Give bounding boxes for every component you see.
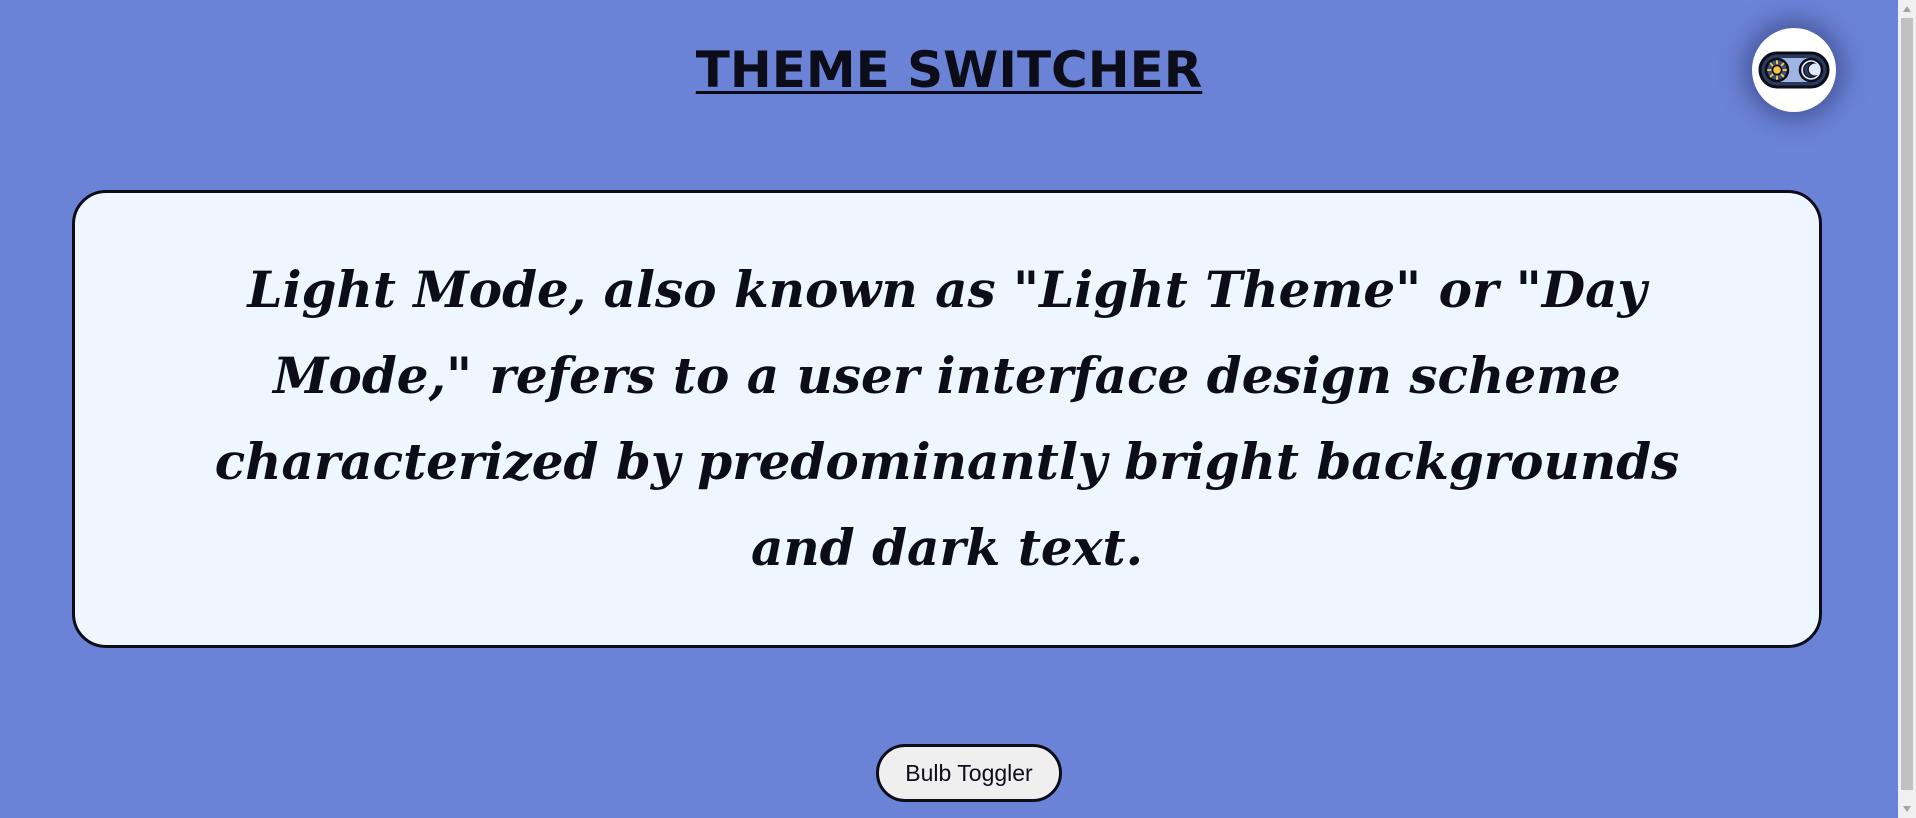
theme-toggle-button[interactable] <box>1752 28 1836 112</box>
scroll-down-arrow-icon[interactable] <box>1898 800 1916 818</box>
vertical-scrollbar[interactable] <box>1898 0 1916 818</box>
sun-moon-toggle-icon <box>1758 51 1830 89</box>
description-text: Light Mode, also known as "Light Theme" … <box>214 260 1680 577</box>
scroll-up-arrow-icon[interactable] <box>1898 0 1916 18</box>
description-card: Light Mode, also known as "Light Theme" … <box>72 190 1822 648</box>
bulb-toggler-button[interactable]: Bulb Toggler <box>876 744 1062 802</box>
page-title: THEME SWITCHER <box>695 41 1203 99</box>
scrollbar-thumb[interactable] <box>1901 18 1913 790</box>
page: THEME SWITCHER Light Mode, also known as… <box>0 0 1898 818</box>
